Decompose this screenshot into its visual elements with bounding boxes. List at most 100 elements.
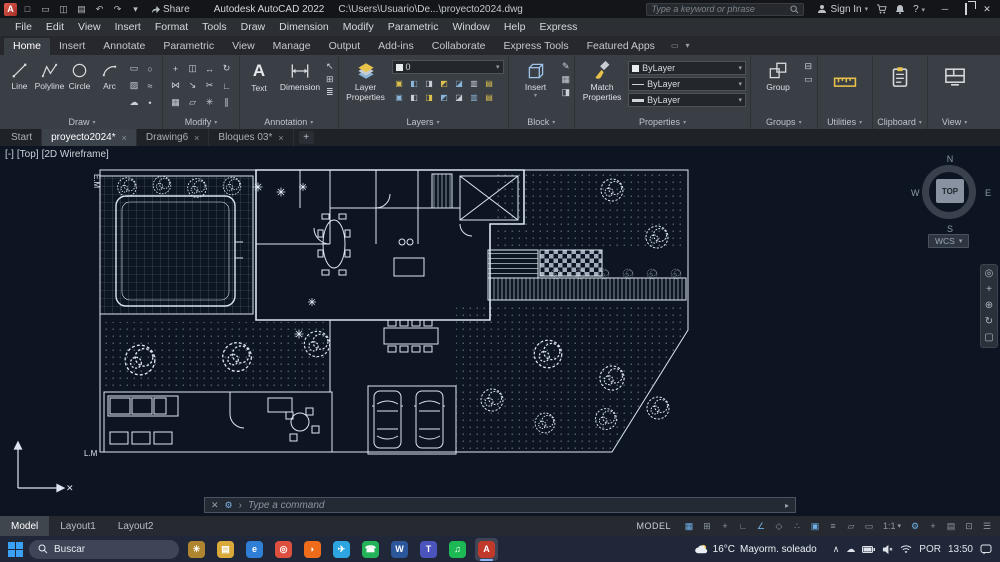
ribbon-display-caret-icon[interactable]: ▾ bbox=[686, 41, 690, 50]
clipboard-button[interactable] bbox=[877, 58, 923, 115]
visual-style-button[interactable]: [2D Wireframe] bbox=[42, 149, 109, 160]
layer-off-icon[interactable]: ◪ bbox=[452, 76, 467, 90]
mirror-tool-icon[interactable]: ⋈ bbox=[167, 77, 184, 94]
circle-tool-button[interactable]: Circle bbox=[66, 58, 93, 115]
command-line[interactable]: ✕ ⚙ › Type a command ▸ bbox=[204, 497, 796, 513]
ribbon-tab[interactable]: Express Tools bbox=[494, 38, 577, 55]
viewcube-south[interactable]: S bbox=[947, 224, 953, 234]
autocad-icon[interactable]: A bbox=[475, 537, 498, 561]
quick-access-caret-icon[interactable]: ▾ bbox=[128, 4, 143, 15]
store-cart-icon[interactable] bbox=[876, 4, 887, 14]
fillet-tool-icon[interactable]: ∟ bbox=[218, 77, 235, 94]
menu-item[interactable]: Help bbox=[497, 18, 533, 36]
group-button[interactable]: Group bbox=[755, 58, 801, 115]
telegram-icon[interactable]: ✈ bbox=[330, 538, 353, 561]
isometric-drafting-toggle[interactable]: ◇ bbox=[771, 519, 787, 534]
orbit-icon[interactable]: ↻ bbox=[985, 316, 993, 328]
lineweight-toggle[interactable]: ≡ bbox=[825, 519, 841, 534]
layer-lock-icon[interactable]: ◩ bbox=[437, 76, 452, 90]
point-tool-icon[interactable]: • bbox=[142, 94, 158, 111]
menu-item[interactable]: Draw bbox=[234, 18, 273, 36]
share-button[interactable]: Share bbox=[146, 4, 195, 15]
annotation-scale-button[interactable]: 1:1 ▾ bbox=[879, 521, 905, 531]
groups-panel-label[interactable]: Groups ▾ bbox=[751, 115, 817, 129]
edge-icon[interactable]: e bbox=[243, 538, 266, 561]
hatch-tool-icon[interactable]: ▨ bbox=[126, 77, 142, 94]
file-tab[interactable]: Bloques 03* × bbox=[209, 129, 294, 146]
menu-item[interactable]: Dimension bbox=[272, 18, 336, 36]
onedrive-cloud-icon[interactable]: ☁ bbox=[846, 544, 855, 555]
restore-button[interactable] bbox=[960, 3, 972, 15]
trim-tool-icon[interactable]: ✂ bbox=[201, 77, 218, 94]
lineweight-combo[interactable]: ByLayer ▾ bbox=[628, 93, 747, 107]
ribbon-tab[interactable]: Collaborate bbox=[423, 38, 495, 55]
notification-center-icon[interactable] bbox=[980, 544, 992, 555]
menu-item[interactable]: Express bbox=[532, 18, 584, 36]
command-close-icon[interactable]: ✕ bbox=[211, 500, 219, 511]
view-panel-label[interactable]: View ▾ bbox=[928, 115, 982, 129]
utilities-button[interactable] bbox=[822, 58, 868, 115]
customize-status-icon[interactable]: ☰ bbox=[979, 519, 995, 534]
ribbon-minimize-icon[interactable]: ▭ bbox=[671, 41, 679, 50]
ribbon-tab[interactable]: Output bbox=[320, 38, 370, 55]
view-button[interactable] bbox=[932, 58, 978, 115]
close-tab-icon[interactable]: × bbox=[122, 133, 127, 143]
battery-icon[interactable] bbox=[862, 545, 876, 553]
object-snap-toggle[interactable]: ▣ bbox=[807, 519, 823, 534]
create-block-icon[interactable]: ✎ bbox=[562, 61, 571, 72]
dimension-tool-button[interactable]: Dimension bbox=[277, 58, 323, 115]
spline-tool-icon[interactable]: ≈ bbox=[142, 77, 158, 94]
block-panel-label[interactable]: Block ▾ bbox=[509, 115, 575, 129]
new-drawing-tab-button[interactable]: + bbox=[298, 131, 314, 144]
viewcube-east[interactable]: E bbox=[985, 188, 991, 198]
firefox-icon[interactable]: ◗ bbox=[301, 538, 324, 561]
volume-mute-icon[interactable] bbox=[882, 544, 893, 555]
annotation-monitor-toggle[interactable]: + bbox=[925, 519, 941, 534]
stretch-tool-icon[interactable]: ↔ bbox=[201, 60, 218, 77]
command-prompt[interactable]: › Type a command bbox=[239, 500, 325, 511]
insert-block-button[interactable]: Insert ▾ bbox=[513, 58, 559, 115]
viewcube-west[interactable]: W bbox=[911, 188, 920, 198]
dynamic-input-toggle[interactable]: + bbox=[717, 519, 733, 534]
polar-tracking-toggle[interactable]: ∠ bbox=[753, 519, 769, 534]
layer-properties-button[interactable]: Layer Properties bbox=[343, 58, 389, 115]
widget-gold-icon[interactable]: ✳ bbox=[185, 538, 208, 561]
object-color-combo[interactable]: ByLayer ▾ bbox=[628, 61, 747, 75]
layer-unlock-icon[interactable]: ▥ bbox=[467, 90, 482, 104]
plot-icon[interactable]: ▤ bbox=[74, 4, 89, 15]
group-edit-icon[interactable]: ▭ bbox=[804, 74, 813, 85]
ortho-mode-toggle[interactable]: ∟ bbox=[735, 519, 751, 534]
ellipse-tool-icon[interactable]: ○ bbox=[142, 60, 158, 77]
ungroup-icon[interactable]: ⊟ bbox=[804, 61, 813, 72]
close-tab-icon[interactable]: × bbox=[194, 133, 199, 143]
menu-item[interactable]: Tools bbox=[195, 18, 234, 36]
revision-cloud-tool-icon[interactable]: ☁ bbox=[126, 94, 142, 111]
clipboard-panel-label[interactable]: Clipboard ▾ bbox=[873, 115, 927, 129]
language-indicator[interactable]: POR bbox=[919, 544, 941, 555]
menu-item[interactable]: Format bbox=[148, 18, 195, 36]
layout-tab[interactable]: Layout2 bbox=[107, 516, 165, 536]
move-tool-icon[interactable]: + bbox=[167, 60, 184, 77]
layer-select-combo[interactable]: 0 ▾ bbox=[391, 60, 504, 74]
scale-tool-icon[interactable]: ↘ bbox=[184, 77, 201, 94]
layer-prev-icon[interactable]: ▤ bbox=[482, 76, 497, 90]
arc-tool-button[interactable]: Arc bbox=[96, 58, 123, 115]
save-icon[interactable]: ◫ bbox=[56, 4, 71, 15]
navigation-wheel-icon[interactable]: ◎ bbox=[985, 268, 994, 280]
taskbar-search-box[interactable]: Buscar bbox=[29, 539, 179, 559]
layer-state-icon[interactable]: ▣ bbox=[392, 76, 407, 90]
layer-merge-icon[interactable]: ◩ bbox=[437, 90, 452, 104]
draw-panel-label[interactable]: Draw ▾ bbox=[2, 115, 162, 129]
file-explorer-icon[interactable]: ▤ bbox=[214, 538, 237, 561]
help-search-input[interactable] bbox=[651, 4, 788, 14]
taskbar-weather[interactable]: 16°C Mayorm. soleado bbox=[694, 543, 817, 556]
menu-item[interactable]: Window bbox=[445, 18, 496, 36]
wifi-icon[interactable] bbox=[900, 544, 912, 554]
command-customize-icon[interactable]: ⚙ bbox=[225, 500, 233, 511]
chrome-icon[interactable]: ◎ bbox=[272, 538, 295, 561]
rotate-tool-icon[interactable]: ↻ bbox=[218, 60, 235, 77]
word-icon[interactable]: W bbox=[388, 538, 411, 561]
layer-thaw-icon[interactable]: ◧ bbox=[407, 90, 422, 104]
whatsapp-icon[interactable]: ☎ bbox=[359, 538, 382, 561]
notification-bell-icon[interactable] bbox=[895, 4, 905, 14]
